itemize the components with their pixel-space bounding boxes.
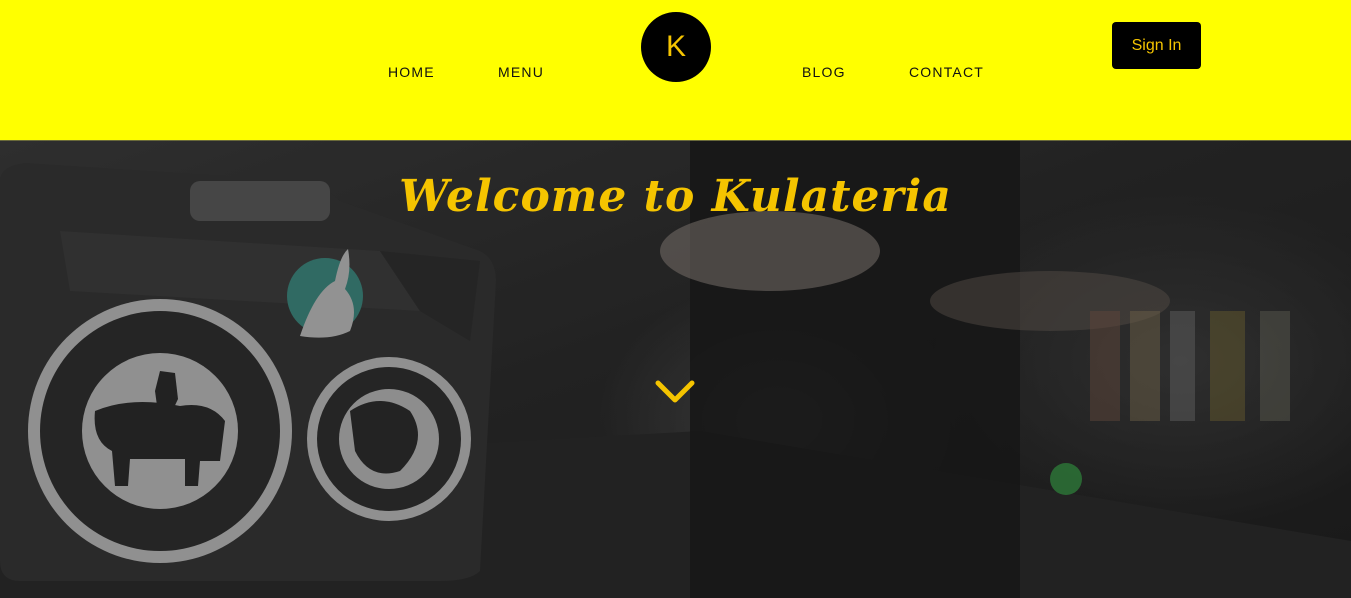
hero-title: Welcome to Kulateria (399, 171, 952, 222)
site-header: HOME MENU K BLOG CONTACT Sign In (0, 0, 1351, 141)
nav-blog[interactable]: BLOG (802, 64, 846, 80)
sign-in-button[interactable]: Sign In (1112, 22, 1201, 69)
nav-home[interactable]: HOME (388, 64, 435, 80)
hero-section: Welcome to Kulateria (0, 141, 1351, 598)
nav-contact[interactable]: CONTACT (909, 64, 984, 80)
chevron-down-icon[interactable] (655, 379, 695, 405)
nav-menu[interactable]: MENU (498, 64, 544, 80)
logo[interactable]: K (641, 12, 711, 82)
